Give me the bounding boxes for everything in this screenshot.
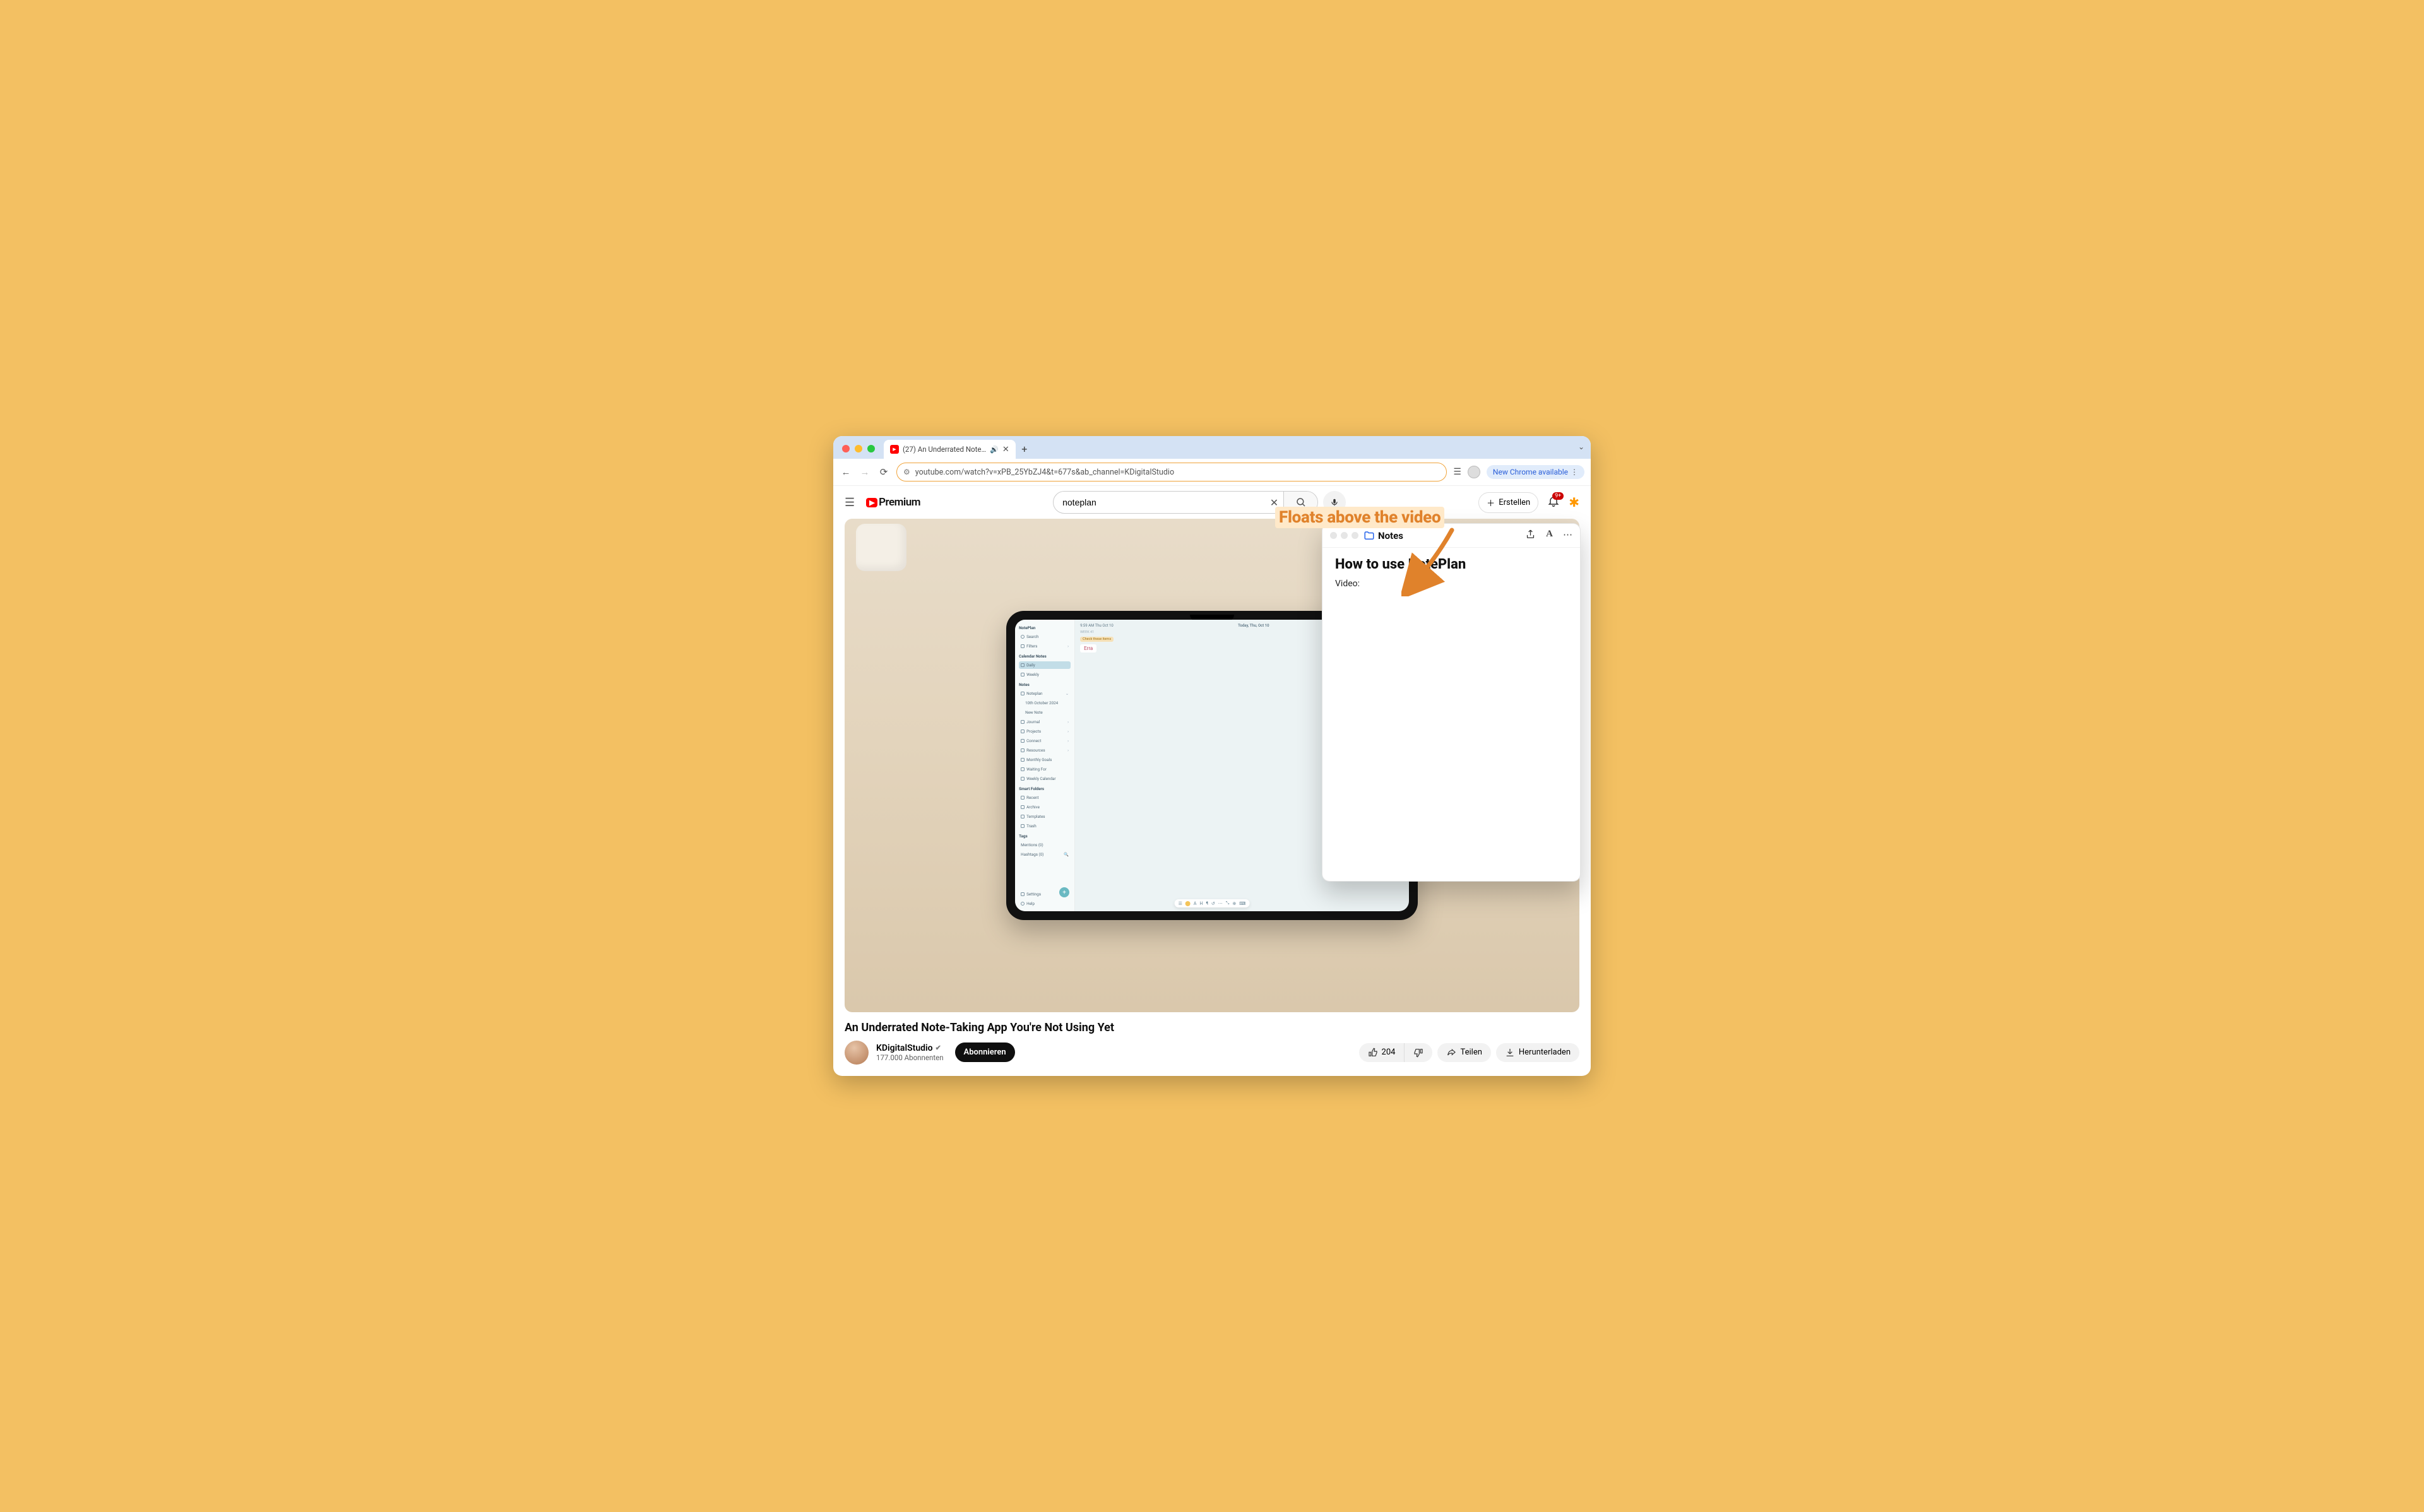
channel-name[interactable]: KDigitalStudio (876, 1043, 933, 1053)
subscribe-button[interactable]: Abonnieren (955, 1042, 1015, 1062)
notifications-button[interactable]: 9+ (1547, 495, 1560, 511)
channel-subscribers: 177.000 Abonnenten (876, 1053, 944, 1062)
notes-format-icon[interactable]: A (1546, 529, 1553, 542)
note-title: How to use NotePlan (1335, 557, 1567, 572)
back-button[interactable]: ← (840, 466, 852, 478)
add-note-fab: + (1059, 887, 1069, 897)
browser-tab[interactable]: (27) An Underrated Note… 🔊 ✕ (884, 440, 1016, 459)
like-dislike-group: 204 (1359, 1043, 1433, 1062)
chrome-update-label: New Chrome available (1493, 468, 1568, 476)
plus-icon: ＋ (1487, 497, 1495, 509)
address-bar[interactable]: ⚙ youtube.com/watch?v=xPB_25YbZJ4&t=677s… (896, 463, 1447, 481)
channel-avatar[interactable] (845, 1041, 869, 1065)
minimize-window-icon[interactable] (855, 445, 862, 452)
ipad-sidebar: NotePlan Search Filters› Calendar Notes … (1015, 620, 1075, 911)
notes-more-icon[interactable]: ⋯ (1563, 529, 1572, 542)
microphone-icon (1330, 498, 1339, 507)
tab-title: (27) An Underrated Note… (903, 445, 986, 454)
youtube-header: ☰ ▶ Premium ✕ ＋ Erstellen (833, 486, 1591, 519)
notes-breadcrumb-label: Notes (1378, 530, 1403, 541)
search-box: ✕ (1053, 491, 1318, 514)
maximize-window-icon[interactable] (867, 445, 875, 452)
profile-avatar-icon[interactable] (1468, 466, 1480, 478)
notification-badge: 9+ (1552, 492, 1564, 500)
site-settings-icon[interactable]: ⚙ (903, 468, 910, 476)
sidebar-search: Search (1019, 633, 1071, 641)
youtube-favicon-icon (890, 445, 899, 454)
create-button[interactable]: ＋ Erstellen (1478, 492, 1538, 513)
notes-floating-window[interactable]: Notes A ⋯ How to use NotePlan Video: (1322, 523, 1581, 882)
desk-prop (856, 524, 906, 571)
youtube-header-right: ＋ Erstellen 9+ ✱ (1478, 492, 1579, 513)
tab-close-icon[interactable]: ✕ (1002, 445, 1009, 454)
reader-icon[interactable]: ☰ (1453, 467, 1461, 477)
close-window-icon[interactable] (842, 445, 850, 452)
like-count: 204 (1382, 1048, 1396, 1057)
notes-body[interactable]: How to use NotePlan Video: (1322, 548, 1580, 598)
browser-window: (27) An Underrated Note… 🔊 ✕ + ⌄ ← → ⟳ ⚙… (833, 436, 1591, 1075)
notes-window-controls[interactable] (1330, 532, 1358, 539)
share-label: Teilen (1460, 1048, 1482, 1057)
dislike-button[interactable] (1405, 1043, 1432, 1062)
folder-icon (1364, 530, 1375, 541)
youtube-logo-text: Premium (879, 496, 920, 509)
chrome-update-chip[interactable]: New Chrome available ⋮ (1487, 465, 1584, 479)
forward-button[interactable]: → (858, 466, 871, 478)
share-button[interactable]: Teilen (1437, 1043, 1490, 1062)
sidebar-daily: Daily (1019, 661, 1071, 669)
notes-breadcrumb[interactable]: Notes (1364, 530, 1403, 541)
tabs-overflow-icon[interactable]: ⌄ (1578, 442, 1584, 451)
tab-audio-icon[interactable]: 🔊 (990, 446, 999, 454)
search-input[interactable] (1062, 497, 1265, 507)
search-icon (1295, 497, 1307, 508)
app-name: NotePlan (1019, 625, 1071, 630)
tab-strip: (27) An Underrated Note… 🔊 ✕ + ⌄ (833, 436, 1591, 459)
account-avatar-icon[interactable]: ✱ (1569, 495, 1579, 510)
download-label: Herunterladen (1519, 1048, 1571, 1057)
reload-button[interactable]: ⟳ (877, 466, 890, 478)
sidebar-weekly: Weekly (1019, 671, 1071, 678)
hamburger-icon[interactable]: ☰ (845, 496, 855, 509)
thumbs-up-icon (1368, 1048, 1378, 1058)
toolbar-right: ☰ New Chrome available ⋮ (1453, 465, 1584, 479)
video-title: An Underrated Note-Taking App You're Not… (845, 1021, 1579, 1034)
new-tab-button[interactable]: + (1016, 440, 1033, 458)
clear-search-icon[interactable]: ✕ (1265, 497, 1283, 509)
download-button[interactable]: Herunterladen (1496, 1043, 1579, 1062)
search-container: ✕ (932, 491, 1467, 514)
youtube-logo[interactable]: ▶ Premium (866, 496, 920, 509)
window-traffic-lights[interactable] (838, 445, 881, 459)
like-button[interactable]: 204 (1359, 1043, 1405, 1062)
notes-titlebar: Notes A ⋯ (1322, 524, 1580, 548)
youtube-play-icon: ▶ (866, 498, 877, 507)
notes-share-icon[interactable] (1525, 529, 1536, 542)
channel-info: KDigitalStudio ✔ 177.000 Abonnenten (876, 1043, 944, 1062)
browser-toolbar: ← → ⟳ ⚙ youtube.com/watch?v=xPB_25YbZJ4&… (833, 459, 1591, 486)
url-text: youtube.com/watch?v=xPB_25YbZJ4&t=677s&a… (915, 468, 1441, 477)
ipad-format-toolbar: ☰AH¶↺⋯⤡⊕⌨ (1175, 899, 1250, 907)
download-icon (1505, 1048, 1515, 1058)
video-meta-row: KDigitalStudio ✔ 177.000 Abonnenten Abon… (845, 1041, 1579, 1065)
video-actions: 204 Teilen Herunterladen (1359, 1043, 1579, 1062)
share-icon (1446, 1048, 1456, 1058)
thumbs-down-icon (1413, 1048, 1423, 1058)
search-button[interactable] (1283, 492, 1317, 513)
voice-search-button[interactable] (1323, 491, 1346, 514)
note-content: Video: (1335, 579, 1567, 589)
verified-icon: ✔ (936, 1044, 941, 1052)
chrome-menu-icon[interactable]: ⋮ (1571, 468, 1578, 476)
create-label: Erstellen (1499, 498, 1530, 507)
sidebar-filters: Filters› (1019, 642, 1071, 650)
